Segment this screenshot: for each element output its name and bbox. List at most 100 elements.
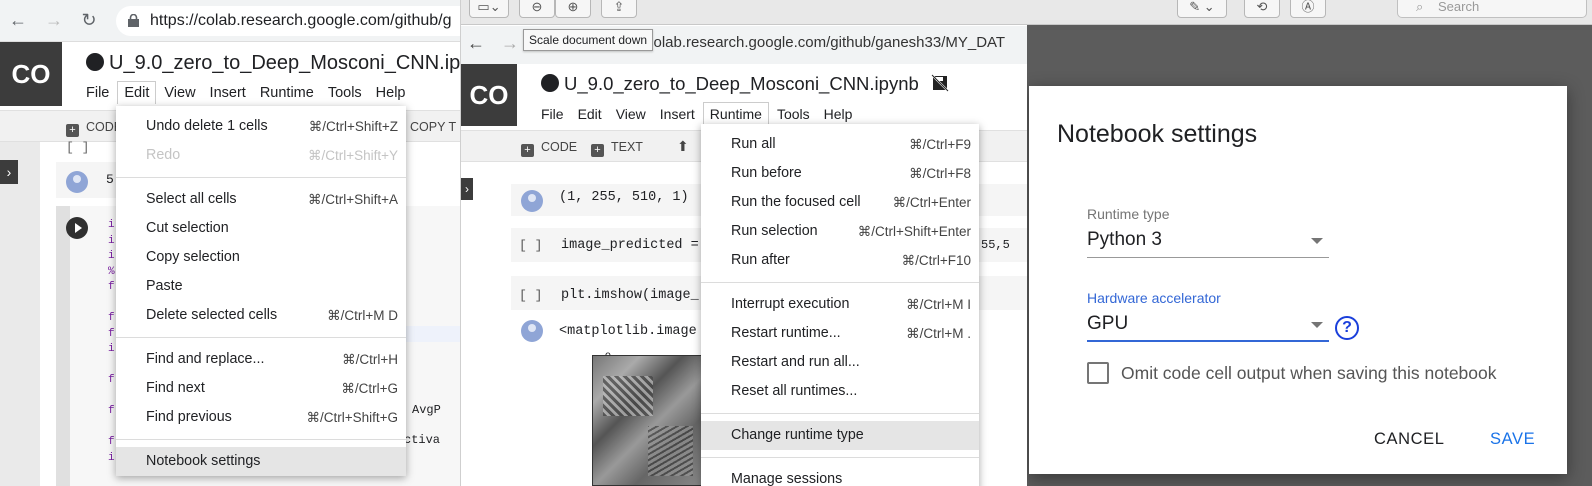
edit-menu-item[interactable]: Find previous ⌘/Ctrl+Shift+G [116, 403, 406, 432]
add-code-button[interactable]: + CODE [521, 140, 577, 170]
menu-file[interactable]: File [80, 82, 115, 104]
omit-output-checkbox[interactable] [1087, 362, 1109, 384]
edit-menu-item[interactable]: Cut selection [116, 214, 406, 243]
runtime-menu-item[interactable]: Run all ⌘/Ctrl+F9 [701, 130, 979, 159]
forward-icon[interactable]: → [501, 33, 519, 54]
move-up-icon[interactable]: ⬆ [677, 138, 689, 155]
menu-item-label: Restart runtime... [731, 325, 841, 341]
run-cell-button[interactable] [66, 217, 88, 239]
expand-sidebar-icon[interactable]: › [461, 178, 473, 200]
runtime-menu-item[interactable]: Run before ⌘/Ctrl+F8 [701, 159, 979, 188]
notebook-title[interactable]: U_9.0_zero_to_Deep_Mosconi_CNN.ipynb [541, 73, 919, 95]
zoom-out-button[interactable]: ⊖ [519, 0, 555, 18]
runtime-menu-item[interactable]: Run selection ⌘/Ctrl+Shift+Enter [701, 217, 979, 246]
runtime-type-select[interactable]: Python 3 [1087, 224, 1329, 258]
search-field[interactable]: ⌕ Search [1397, 0, 1587, 18]
save-button[interactable]: SAVE [1490, 430, 1535, 449]
menu-file[interactable]: File [535, 103, 570, 125]
code-line-start [108, 422, 115, 438]
menu-tools[interactable]: Tools [322, 82, 368, 104]
menu-item-shortcut: ⌘/Ctrl+G [341, 381, 398, 396]
back-icon[interactable]: ← [6, 8, 30, 32]
code-line-start: i [108, 451, 115, 464]
markup-button[interactable]: ✎ ⌄ [1177, 0, 1227, 18]
rotate-icon[interactable]: ⟲ [1244, 0, 1280, 18]
image-texture [603, 376, 653, 416]
menu-item-label: Run before [731, 165, 802, 181]
colab-logo[interactable]: CO [461, 64, 517, 126]
menu-separator [116, 177, 406, 178]
menu-item-shortcut: ⌘/Ctrl+Shift+Y [307, 148, 398, 163]
menu-separator [701, 413, 979, 414]
code-line: plt.imshow(image_ [561, 288, 699, 303]
menu-item-label: Find next [146, 380, 205, 396]
menu-edit[interactable]: Edit [117, 81, 157, 104]
play-icon [75, 223, 82, 233]
runtime-menu-item[interactable]: Restart runtime... ⌘/Ctrl+M . [701, 319, 979, 348]
menu-help[interactable]: Help [818, 103, 859, 125]
zoom-in-button[interactable]: ⊕ [555, 0, 591, 18]
github-icon [86, 53, 104, 71]
runtime-menu-item[interactable]: Run the focused cell ⌘/Ctrl+Enter [701, 188, 979, 217]
menu-help[interactable]: Help [370, 82, 412, 104]
image-texture [648, 426, 693, 476]
menu-view[interactable]: View [610, 103, 652, 125]
copy-to-drive-button[interactable]: COPY T [410, 120, 456, 150]
menu-item-label: Run selection [731, 223, 818, 239]
sidebar-toggle-button[interactable]: ▭⌄ [469, 0, 509, 18]
edit-menu-item[interactable]: Delete selected cells ⌘/Ctrl+M D [116, 301, 406, 330]
runtime-menu-item[interactable]: Run after ⌘/Ctrl+F10 [701, 246, 979, 275]
menu-runtime[interactable]: Runtime [254, 82, 320, 104]
menu-runtime[interactable]: Runtime [702, 102, 769, 125]
edit-menu-item[interactable]: Paste [116, 272, 406, 301]
url-text[interactable]: colab.research.google.com/github/ganesh3… [646, 34, 1005, 51]
hardware-accelerator-select[interactable]: GPU [1087, 308, 1329, 342]
menu-item-label: Undo delete 1 cells [146, 118, 268, 134]
search-icon: ⌕ [1416, 0, 1424, 14]
menu-view[interactable]: View [158, 82, 201, 104]
add-text-button[interactable]: + TEXT [591, 140, 643, 170]
forward-icon[interactable]: → [42, 8, 66, 32]
menu-item-label: Reset all runtimes... [731, 383, 858, 399]
menu-edit[interactable]: Edit [572, 103, 608, 125]
edit-menu-item[interactable]: Copy selection [116, 243, 406, 272]
edit-menu-item[interactable]: Notebook settings [116, 447, 406, 476]
edit-menu-item[interactable]: Select all cells ⌘/Ctrl+Shift+A [116, 185, 406, 214]
omit-output-label: Omit code cell output when saving this n… [1121, 363, 1497, 383]
menu-insert[interactable]: Insert [204, 82, 252, 104]
cancel-button[interactable]: CANCEL [1374, 430, 1445, 449]
address-bar[interactable]: https://colab.research.google.com/github… [116, 6, 460, 36]
save-disabled-icon[interactable] [931, 74, 949, 92]
back-icon[interactable]: ← [467, 33, 485, 54]
colab-logo[interactable]: CO [0, 42, 62, 106]
runtime-menu-item[interactable]: Reset all runtimes... [701, 377, 979, 406]
github-icon [541, 74, 559, 92]
menu-item-shortcut: ⌘/Ctrl+Shift+Enter [857, 224, 971, 239]
annotate-icon[interactable]: Ⓐ [1290, 0, 1326, 18]
avatar [521, 190, 543, 212]
edit-menu-item[interactable]: Undo delete 1 cells ⌘/Ctrl+Shift+Z [116, 112, 406, 141]
runtime-type-label: Runtime type [1087, 206, 1170, 222]
reload-icon[interactable]: ↻ [77, 8, 101, 32]
notebook-title[interactable]: U_9.0_zero_to_Deep_Mosconi_CNN.ipy [86, 52, 460, 75]
code-line-start: f [108, 281, 115, 293]
help-icon[interactable]: ? [1335, 316, 1359, 340]
menu-insert[interactable]: Insert [654, 103, 701, 125]
runtime-menu-item[interactable]: Manage sessions [701, 465, 979, 486]
share-icon[interactable]: ⇪ [601, 0, 637, 18]
runtime-menu-item[interactable]: Interrupt execution ⌘/Ctrl+M I [701, 290, 979, 319]
runtime-menu-item[interactable]: Restart and run all... [701, 348, 979, 377]
edit-menu-item[interactable]: Find next ⌘/Ctrl+G [116, 374, 406, 403]
expand-sidebar-icon[interactable]: › [0, 160, 18, 184]
notebook-settings-dialog: Notebook settings Runtime type Python 3 … [1029, 86, 1567, 474]
menu-separator [116, 337, 406, 338]
code-line-start: % [108, 265, 115, 278]
menu-tools[interactable]: Tools [771, 103, 816, 125]
code-line: image_predicted = [561, 238, 699, 253]
edit-menu-item[interactable]: Find and replace... ⌘/Ctrl+H [116, 345, 406, 374]
menu-separator [116, 439, 406, 440]
code-line-start [108, 298, 115, 314]
code-line-start: i [108, 234, 115, 247]
menu-bar: File Edit View Insert Runtime Tools Help [535, 102, 860, 125]
runtime-menu-item[interactable]: Change runtime type [701, 421, 979, 450]
